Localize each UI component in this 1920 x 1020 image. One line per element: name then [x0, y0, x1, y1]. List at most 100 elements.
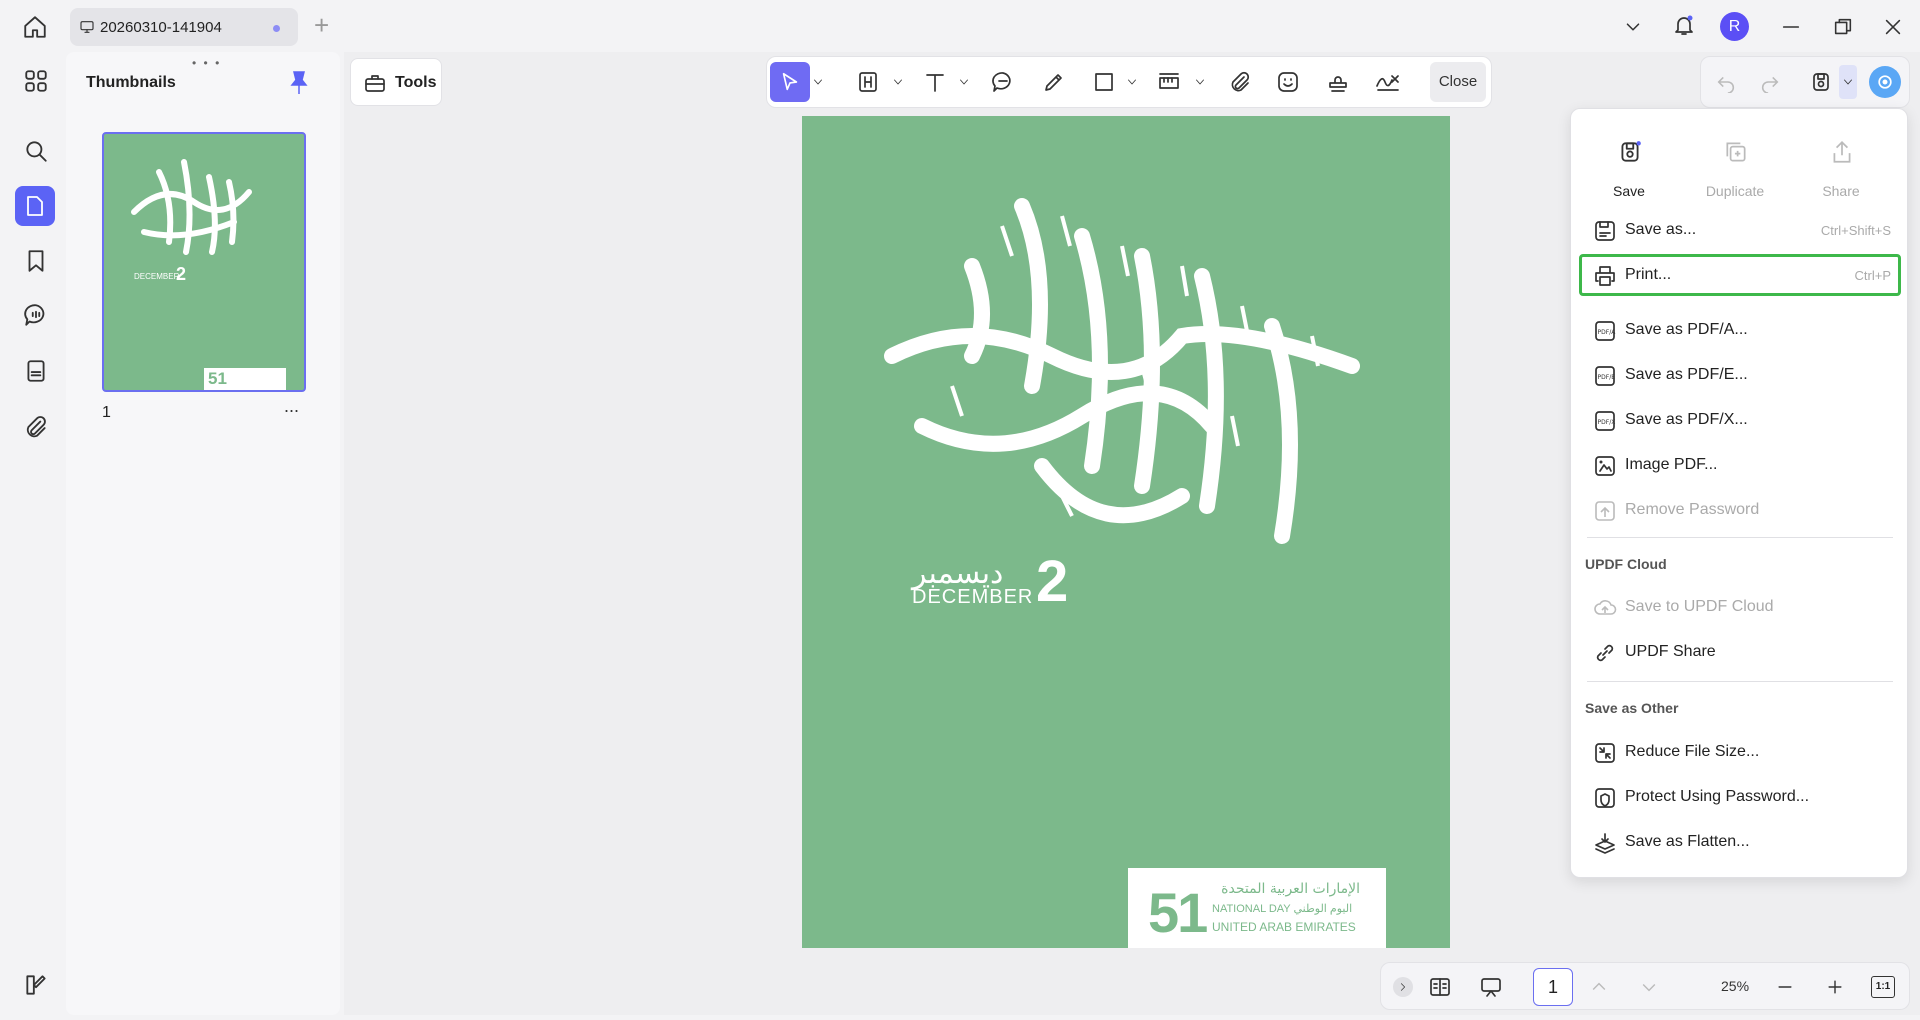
chevron-right-icon: [1400, 983, 1406, 991]
collapse-bar-button[interactable]: [1393, 977, 1413, 997]
drag-handle[interactable]: • • •: [192, 56, 221, 70]
thumb-date: 2: [176, 264, 187, 284]
menu-item-remove-password[interactable]: Remove Password: [1579, 489, 1901, 531]
menu-item-protect-password[interactable]: Protect Using Password...: [1579, 776, 1901, 818]
close-tool-button[interactable]: Close: [1430, 62, 1486, 102]
monitor-icon: [80, 21, 94, 33]
pin-icon[interactable]: [288, 70, 310, 96]
pdf-page[interactable]: ديسمبر DECEMBER 2 51 الإمارات العربية ال…: [802, 116, 1450, 948]
search-icon[interactable]: [23, 138, 49, 164]
previous-page-icon[interactable]: [1589, 977, 1609, 997]
sticker-icon[interactable]: [1276, 70, 1300, 94]
stamp-icon[interactable]: [1326, 70, 1350, 94]
menu-item-save-to-cloud[interactable]: Save to UPDF Cloud: [1579, 586, 1901, 628]
duplicate-action[interactable]: Duplicate: [1695, 129, 1775, 199]
duplicate-action-label: Duplicate: [1705, 183, 1765, 199]
tools-button[interactable]: Tools: [350, 58, 442, 106]
ai-assistant-icon: [1878, 75, 1892, 89]
svg-text:PDF/E: PDF/E: [1598, 374, 1616, 381]
measure-tool-icon[interactable]: [1156, 70, 1182, 94]
page-icon: [27, 196, 43, 216]
attachments-doc-icon[interactable]: [23, 358, 49, 384]
cursor-icon: [782, 72, 798, 91]
restore-icon[interactable]: [1832, 16, 1854, 38]
chevron-down-icon[interactable]: [1622, 16, 1644, 38]
menu-item-image-pdf[interactable]: Image PDF...: [1579, 444, 1901, 486]
thumbnail-page-number: 1: [102, 404, 111, 421]
text-dropdown-icon[interactable]: [958, 76, 970, 88]
menu-item-updf-share[interactable]: UPDF Share: [1579, 631, 1901, 673]
measure-dropdown-icon[interactable]: [1194, 76, 1206, 88]
sidebar-settings-icon[interactable]: [23, 972, 49, 998]
document-tab[interactable]: 20260310-141904: [70, 8, 298, 46]
text-tool-icon[interactable]: [922, 70, 948, 94]
zoom-in-icon[interactable]: [1825, 977, 1845, 997]
paperclip-icon[interactable]: [23, 414, 49, 440]
select-tool-button[interactable]: [770, 62, 810, 102]
menu-item-label: Remove Password: [1625, 501, 1760, 518]
share-action[interactable]: Share: [1801, 129, 1881, 199]
menu-item-save-pdfa[interactable]: PDF/A Save as PDF/A...: [1579, 309, 1901, 351]
signature-icon[interactable]: [1374, 70, 1402, 94]
save-action[interactable]: Save: [1589, 129, 1669, 199]
menu-divider: [1587, 537, 1893, 538]
menu-item-save-pdfx[interactable]: PDF/X Save as PDF/X...: [1579, 399, 1901, 441]
presentation-icon[interactable]: [1477, 975, 1505, 999]
comments-icon[interactable]: [23, 302, 49, 328]
save-menu-dropdown[interactable]: [1839, 65, 1857, 99]
shape-dropdown-icon[interactable]: [1126, 76, 1138, 88]
menu-item-save-as[interactable]: Save as... Ctrl+Shift+S: [1579, 209, 1901, 251]
apps-grid-icon[interactable]: [23, 68, 49, 94]
menu-item-label: Reduce File Size...: [1625, 743, 1760, 760]
menu-item-label: Save to UPDF Cloud: [1625, 598, 1774, 615]
share-icon: [1833, 141, 1851, 163]
save-menu-icon[interactable]: [1809, 70, 1833, 94]
page-number-input[interactable]: 1: [1533, 968, 1573, 1006]
page-layout-icon[interactable]: [1427, 975, 1453, 999]
menu-item-save-pdfe[interactable]: PDF/E Save as PDF/E...: [1579, 354, 1901, 396]
avatar[interactable]: R: [1720, 12, 1749, 41]
home-icon[interactable]: [22, 14, 48, 40]
save-icon: [1621, 141, 1641, 162]
menu-item-label: UPDF Share: [1625, 643, 1716, 660]
bookmark-icon[interactable]: [23, 248, 49, 274]
chevron-down-icon: [1844, 79, 1852, 85]
minimize-icon[interactable]: [1780, 16, 1802, 38]
next-page-icon[interactable]: [1639, 977, 1659, 997]
menu-item-print[interactable]: Print... Ctrl+P: [1579, 254, 1901, 296]
svg-text:PDF/X: PDF/X: [1598, 419, 1616, 426]
menu-item-label: Save as PDF/X...: [1625, 411, 1748, 428]
zoom-out-icon[interactable]: [1775, 977, 1795, 997]
thumbnails-panel-button[interactable]: [15, 186, 55, 226]
undo-icon[interactable]: [1715, 71, 1737, 93]
calligraphy-thumbnail: [131, 159, 252, 255]
attach-file-icon[interactable]: [1228, 70, 1252, 94]
highlight-text-icon[interactable]: [856, 70, 880, 94]
panel-title: Thumbnails: [86, 74, 176, 91]
menu-item-label: Image PDF...: [1625, 456, 1718, 473]
right-toolbar: [1700, 56, 1910, 108]
rectangle-tool-icon[interactable]: [1092, 70, 1116, 94]
cloud-upload-icon: [1594, 600, 1617, 615]
new-tab-button[interactable]: +: [314, 10, 329, 41]
comment-tool-icon[interactable]: [990, 70, 1016, 94]
menu-item-label: Save as PDF/E...: [1625, 366, 1748, 383]
menu-item-label: Save as...: [1625, 221, 1697, 238]
pen-tool-icon[interactable]: [1042, 70, 1066, 94]
pdfe-icon: PDF/E: [1595, 366, 1616, 386]
menu-item-reduce-size[interactable]: Reduce File Size...: [1579, 731, 1901, 773]
page-thumbnail[interactable]: DECEMBER 2 51: [102, 132, 306, 392]
actual-size-button[interactable]: 1:1: [1871, 976, 1895, 998]
ai-assistant-button[interactable]: [1869, 66, 1901, 98]
highlight-dropdown-icon[interactable]: [892, 76, 904, 88]
redo-icon[interactable]: [1759, 71, 1781, 93]
thumbnail-more-button[interactable]: ...: [284, 396, 299, 417]
save-action-label: Save: [1613, 183, 1645, 199]
zoom-level[interactable]: 25%: [1721, 978, 1749, 994]
menu-item-flatten[interactable]: Save as Flatten...: [1579, 821, 1901, 863]
thumb-badge: 51: [204, 368, 286, 390]
bell-icon[interactable]: [1672, 13, 1696, 37]
badge-arabic-line: الإمارات العربية المتحدة: [1221, 881, 1360, 897]
select-dropdown-icon[interactable]: [812, 76, 824, 88]
close-window-icon[interactable]: [1882, 16, 1904, 38]
